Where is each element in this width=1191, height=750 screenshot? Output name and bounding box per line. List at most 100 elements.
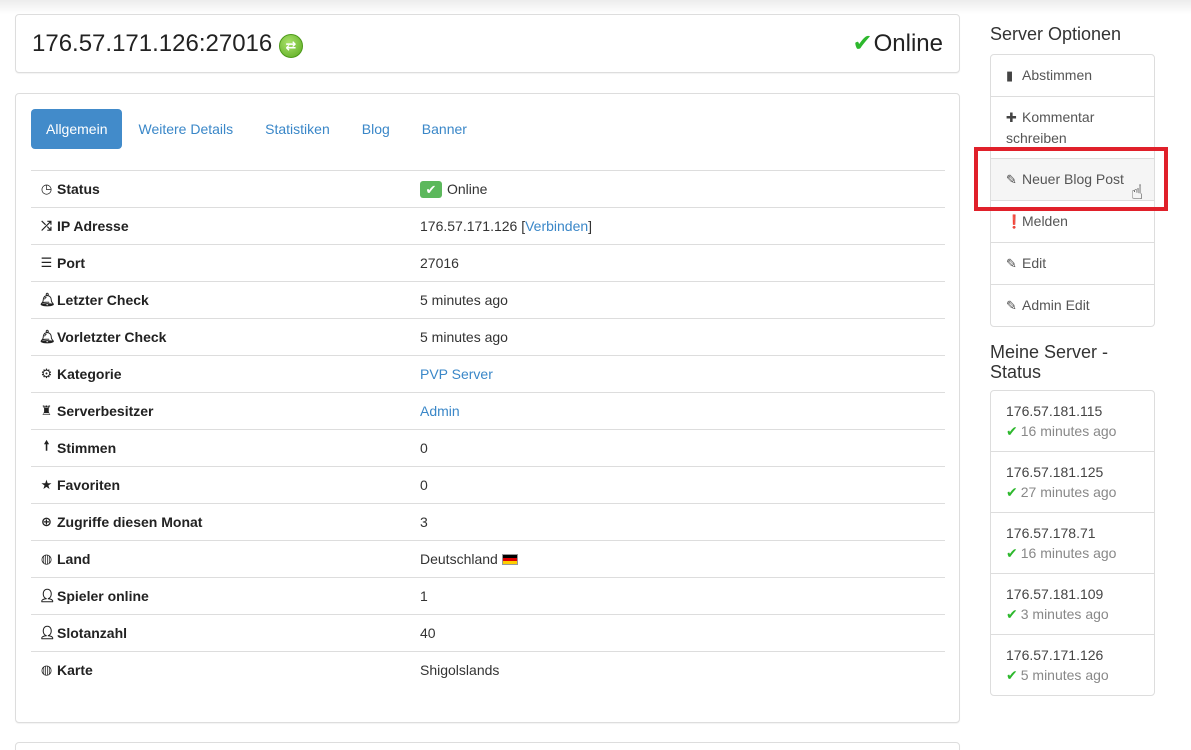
bar-chart-icon: ▮ <box>1006 68 1014 83</box>
server-time: 5 minutes ago <box>1020 667 1109 683</box>
option-label: Admin Edit <box>1022 297 1090 313</box>
server-time: 3 minutes ago <box>1020 606 1109 622</box>
bell-icon: 🔔︎ <box>39 292 56 307</box>
option-label: Melden <box>1022 213 1068 229</box>
upload-circle-icon: ⊕ <box>41 514 52 529</box>
server-address: 176.57.171.126:27016 <box>32 30 273 57</box>
tab-banner[interactable]: Banner <box>406 109 483 149</box>
gear-icon: ⚙ <box>40 366 53 381</box>
table-row-status: ◷ Status ✔ Online <box>31 170 945 207</box>
pencil-icon: ✎ <box>1006 298 1017 313</box>
server-ip: 176.57.181.125 <box>1006 464 1104 480</box>
server-time: 27 minutes ago <box>1020 484 1117 500</box>
row-label: Slotanzahl <box>57 625 128 641</box>
refresh-arrows-icon[interactable]: ⇄ <box>279 34 303 58</box>
tab-blog[interactable]: Blog <box>346 109 406 149</box>
table-row-category: ⚙ Kategorie PVP Server <box>31 355 945 392</box>
server-options-heading: Server Optionen <box>990 24 1122 44</box>
row-label: Stimmen <box>57 440 117 456</box>
row-value: 0 <box>420 477 428 493</box>
row-label: Land <box>57 551 91 567</box>
row-label: Vorletzter Check <box>57 329 167 345</box>
row-label: Favoriten <box>57 477 121 493</box>
table-row-owner: ♜ Serverbesitzer Admin <box>31 392 945 429</box>
server-icon: ☰ <box>40 255 53 270</box>
server-ip: 176.57.181.115 <box>1006 403 1103 419</box>
globe-icon: ◍ <box>40 551 53 566</box>
table-row-visits: ⊕ Zugriffe diesen Monat 3 <box>31 503 945 540</box>
tab-statistiken[interactable]: Statistiken <box>249 109 346 149</box>
top-shadow <box>0 0 1191 14</box>
row-label: Serverbesitzer <box>57 403 154 419</box>
row-value: 3 <box>420 514 428 530</box>
check-icon: ✔ <box>1006 545 1018 561</box>
table-row-prev-check: 🔔︎ Vorletzter Check 5 minutes ago <box>31 318 945 355</box>
tabs: Allgemein Weitere Details Statistiken Bl… <box>31 109 483 149</box>
row-label: Spieler online <box>57 588 149 604</box>
bracket-close: ] <box>588 218 593 234</box>
row-label: Status <box>57 181 100 197</box>
server-info-table: ◷ Status ✔ Online ⤮ IP Adresse 176.57.171.1… <box>31 170 945 688</box>
table-row-country: ◍ Land Deutschland <box>31 540 945 577</box>
table-row-map: ◍ Karte Shigolslands <box>31 651 945 688</box>
server-time: 16 minutes ago <box>1020 545 1117 561</box>
row-value: 27016 <box>420 255 459 271</box>
row-value: 0 <box>420 440 428 456</box>
list-item[interactable]: 176.57.181.125 ✔ 27 minutes ago <box>991 451 1154 512</box>
option-label: Abstimmen <box>1022 67 1093 83</box>
list-item[interactable]: 176.57.181.115 ✔ 16 minutes ago <box>991 391 1154 451</box>
admin-edit-button[interactable]: ✎ Admin Edit <box>991 284 1154 326</box>
row-value: 5 minutes ago <box>420 292 508 308</box>
star-icon: ★ <box>40 477 53 492</box>
germany-flag-icon <box>501 553 518 565</box>
row-value: 5 minutes ago <box>420 329 508 345</box>
user-icon: 👤︎ <box>39 588 56 603</box>
list-item[interactable]: 176.57.171.126 ✔ 5 minutes ago <box>991 634 1154 695</box>
table-row-last-check: 🔔︎ Letzter Check 5 minutes ago <box>31 281 945 318</box>
row-label: Karte <box>57 662 93 678</box>
table-row-favorites: ★ Favoriten 0 <box>31 466 945 503</box>
my-servers-heading: Meine Server - Status <box>990 342 1109 382</box>
vote-button[interactable]: ▮ Abstimmen <box>991 55 1154 96</box>
check-icon: ✔ <box>1006 423 1018 439</box>
connect-link[interactable]: Verbinden <box>525 218 588 234</box>
clock-icon: ◷ <box>40 181 53 196</box>
bell-icon: 🔔︎ <box>39 329 56 344</box>
owner-link[interactable]: Admin <box>420 403 460 419</box>
table-row-port: ☰ Port 27016 <box>31 244 945 281</box>
list-item[interactable]: 176.57.178.71 ✔ 16 minutes ago <box>991 512 1154 573</box>
globe-icon: ◍ <box>40 662 53 677</box>
category-link[interactable]: PVP Server <box>420 366 493 382</box>
check-icon: ✔ <box>1006 667 1018 683</box>
check-icon: ✔ <box>852 30 873 57</box>
table-row-slots: 👤︎ Slotanzahl 40 <box>31 614 945 651</box>
server-time: 16 minutes ago <box>1020 423 1117 439</box>
check-icon: ✔ <box>420 180 442 198</box>
online-status: ✔Online <box>853 30 943 58</box>
row-value: Online <box>447 181 488 197</box>
table-row-votes: 🠕 Stimmen 0 <box>31 429 945 466</box>
tab-weitere-details[interactable]: Weitere Details <box>122 109 249 149</box>
option-label: Edit <box>1022 255 1047 271</box>
server-ip: 176.57.171.126 <box>1006 647 1104 663</box>
server-details-card: Allgemein Weitere Details Statistiken Bl… <box>15 93 960 723</box>
edit-button[interactable]: ✎ Edit <box>991 242 1154 284</box>
server-ip: 176.57.178.71 <box>1006 525 1096 541</box>
shuffle-icon: ⤮ <box>41 218 52 233</box>
server-header-card: 176.57.171.126:27016 ⇄ ✔Online <box>15 14 960 73</box>
arrow-up-icon: 🠕 <box>43 438 50 453</box>
row-label: Kategorie <box>57 366 122 382</box>
plus-icon: ✚ <box>1006 110 1017 125</box>
check-icon: ✔ <box>1006 484 1018 500</box>
list-item[interactable]: 176.57.181.109 ✔ 3 minutes ago <box>991 573 1154 634</box>
bottom-card <box>15 742 960 750</box>
row-label: IP Adresse <box>57 218 129 234</box>
check-icon: ✔ <box>1006 606 1018 622</box>
hand-cursor-icon: ☝ <box>1131 182 1144 204</box>
row-value: Deutschland <box>420 551 498 567</box>
pencil-icon: ✎ <box>1006 256 1017 271</box>
table-row-ip: ⤮ IP Adresse 176.57.171.126 [Verbinden] <box>31 207 945 244</box>
tab-allgemein[interactable]: Allgemein <box>31 109 123 149</box>
my-servers-list: 176.57.181.115 ✔ 16 minutes ago 176.57.18… <box>990 390 1155 696</box>
exclamation-circle-icon: ❗ <box>1006 214 1023 229</box>
